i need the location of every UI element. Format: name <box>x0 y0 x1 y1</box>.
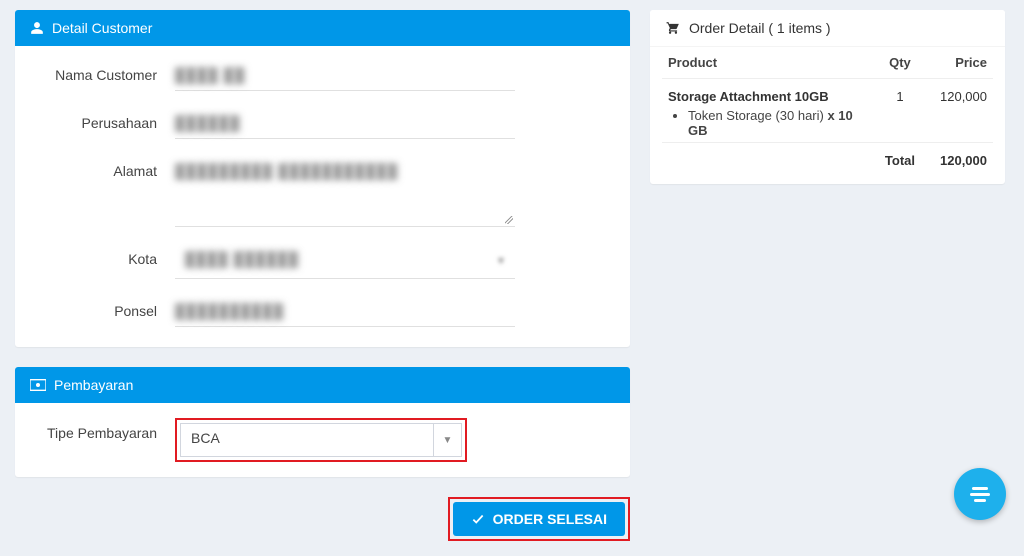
total-value: 120,000 <box>921 143 993 173</box>
col-product: Product <box>662 47 879 79</box>
payment-panel-title: Pembayaran <box>54 377 133 393</box>
ponsel-input[interactable]: ██████████ <box>175 297 515 327</box>
order-complete-button[interactable]: ORDER SELESAI <box>453 502 625 536</box>
col-price: Price <box>921 47 993 79</box>
payment-panel-header: Pembayaran <box>15 367 630 403</box>
order-item-sub: Token Storage (30 hari) x 10 GB <box>688 108 873 138</box>
payment-select-highlight: BCA ▼ <box>175 418 467 462</box>
order-item-qty: 1 <box>879 79 921 143</box>
order-detail-panel: Order Detail ( 1 items ) Product Qty Pri… <box>650 10 1005 184</box>
chat-fab-button[interactable] <box>954 468 1006 520</box>
chevron-down-icon: ▼ <box>433 424 461 456</box>
user-icon <box>30 21 44 35</box>
payment-type-label: Tipe Pembayaran <box>35 418 175 444</box>
chevron-down-icon: ▼ <box>487 245 515 278</box>
customer-detail-panel: Detail Customer Nama Customer ████ ██ Pe… <box>15 10 630 347</box>
nama-input[interactable]: ████ ██ <box>175 61 515 91</box>
nama-label: Nama Customer <box>35 61 175 83</box>
order-panel-header: Order Detail ( 1 items ) <box>650 10 1005 47</box>
money-icon <box>30 379 46 391</box>
order-panel-title: Order Detail ( 1 items ) <box>689 20 831 36</box>
payment-type-select[interactable]: BCA ▼ <box>180 423 462 457</box>
perusahaan-label: Perusahaan <box>35 109 175 131</box>
customer-panel-header: Detail Customer <box>15 10 630 46</box>
total-label: Total <box>879 143 921 173</box>
check-icon <box>471 512 485 526</box>
alamat-textarea[interactable]: █████████ ███████████ <box>175 157 515 227</box>
order-complete-label: ORDER SELESAI <box>493 511 607 527</box>
cart-icon <box>665 21 681 35</box>
submit-highlight: ORDER SELESAI <box>448 497 630 541</box>
payment-panel: Pembayaran Tipe Pembayaran BCA ▼ <box>15 367 630 477</box>
order-item-price: 120,000 <box>921 79 993 143</box>
table-row: Storage Attachment 10GB Token Storage (3… <box>662 79 993 143</box>
order-table: Product Qty Price Storage Attachment 10G… <box>662 47 993 172</box>
resize-handle-icon[interactable] <box>505 216 513 224</box>
perusahaan-input[interactable]: ██████ <box>175 109 515 139</box>
alamat-label: Alamat <box>35 157 175 179</box>
customer-panel-title: Detail Customer <box>52 20 152 36</box>
kota-select[interactable]: ████ ██████ ▼ <box>175 245 515 279</box>
chat-icon <box>970 487 990 502</box>
payment-type-value: BCA <box>181 424 433 456</box>
order-item-name: Storage Attachment 10GB <box>668 89 873 104</box>
order-total-row: Total 120,000 <box>662 143 993 173</box>
col-qty: Qty <box>879 47 921 79</box>
kota-label: Kota <box>35 245 175 267</box>
ponsel-label: Ponsel <box>35 297 175 319</box>
